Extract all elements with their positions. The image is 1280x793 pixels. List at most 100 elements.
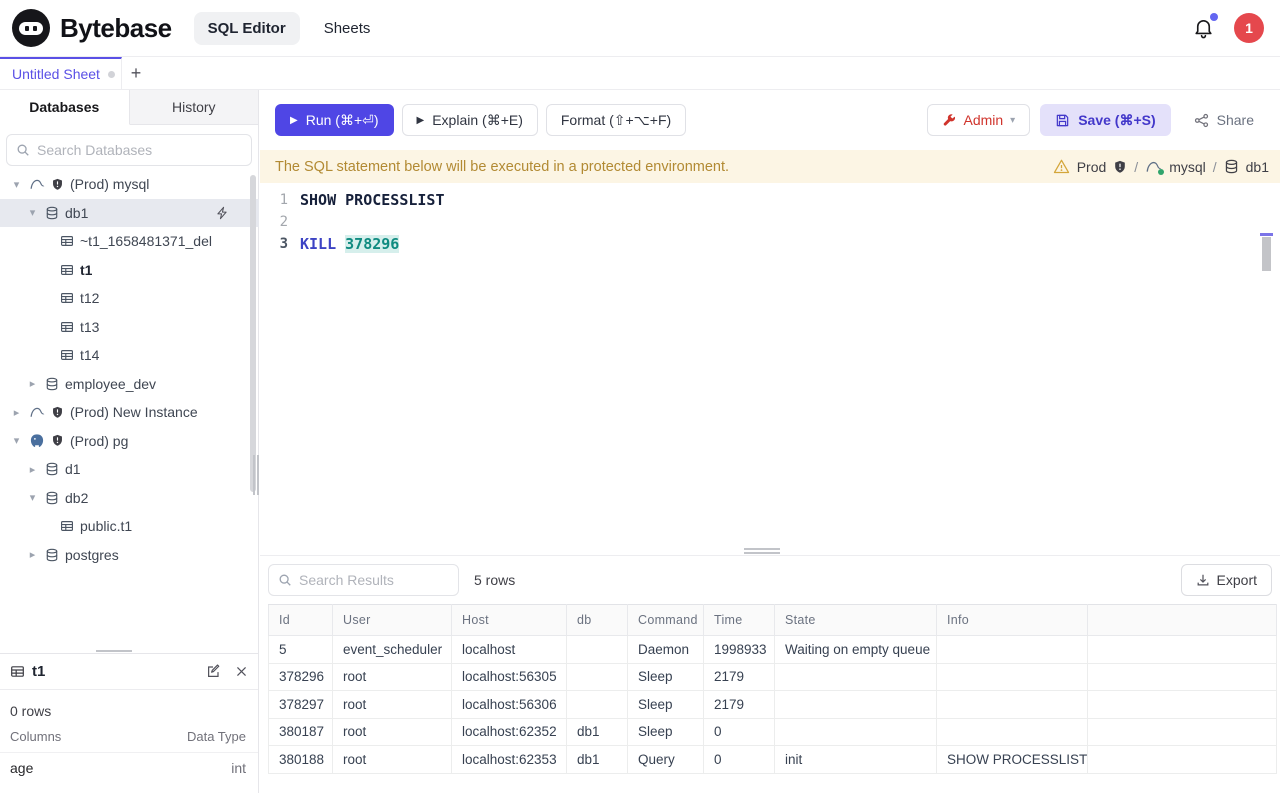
chevron-right-icon[interactable]: ▸ [26, 463, 39, 476]
format-button[interactable]: Format (⇧+⌥+F) [546, 104, 686, 136]
table-cell[interactable]: root [333, 663, 452, 691]
code-line-1[interactable]: 1SHOW PROCESSLIST [260, 189, 1280, 211]
sql-code-editor[interactable]: 1SHOW PROCESSLIST23KILL 378296 [260, 183, 1280, 545]
table-cell[interactable]: db1 [567, 718, 628, 746]
close-icon[interactable] [235, 665, 248, 678]
table-cell[interactable] [567, 663, 628, 691]
tree-item-t1-1658481371-del[interactable]: ~t1_1658481371_del [0, 227, 259, 256]
notification-bell-icon[interactable] [1192, 16, 1216, 40]
chevron-right-icon[interactable]: ▸ [26, 548, 39, 561]
column-header-command[interactable]: Command [628, 605, 704, 636]
table-cell[interactable]: root [333, 718, 452, 746]
sidebar-scrollbar[interactable] [250, 175, 256, 492]
table-cell[interactable]: 0 [704, 746, 775, 774]
table-cell[interactable] [775, 663, 937, 691]
tree-item-public-t1[interactable]: public.t1 [0, 512, 259, 541]
chevron-down-icon[interactable]: ▾ [10, 434, 23, 447]
table-cell[interactable]: Query [628, 746, 704, 774]
table-cell[interactable]: Daemon [628, 636, 704, 664]
table-cell[interactable]: Waiting on empty queue [775, 636, 937, 664]
table-cell[interactable]: event_scheduler [333, 636, 452, 664]
column-header-user[interactable]: User [333, 605, 452, 636]
brand[interactable]: Bytebase [0, 9, 172, 47]
explain-button[interactable]: ▶ Explain (⌘+E) [402, 104, 538, 136]
chevron-down-icon[interactable]: ▾ [26, 206, 39, 219]
sync-schema-icon[interactable] [215, 206, 229, 220]
code-line-3[interactable]: 3KILL 378296 [260, 233, 1280, 255]
table-cell[interactable] [775, 718, 937, 746]
column-header-id[interactable]: Id [269, 605, 333, 636]
tab-history[interactable]: History [130, 90, 259, 124]
schema-column-name[interactable]: namevarchar(255) [0, 783, 258, 793]
table-cell[interactable] [937, 636, 1088, 664]
table-cell[interactable]: Sleep [628, 663, 704, 691]
sidebar-vertical-splitter[interactable] [252, 455, 260, 495]
tree-item-db2[interactable]: ▾db2 [0, 484, 259, 513]
table-cell[interactable]: root [333, 746, 452, 774]
table-cell[interactable] [937, 718, 1088, 746]
database-search[interactable] [6, 134, 252, 166]
table-cell[interactable]: 2179 [704, 691, 775, 719]
export-button[interactable]: Export [1181, 564, 1272, 596]
code-line-2[interactable]: 2 [260, 211, 1280, 233]
save-button[interactable]: Save (⌘+S) [1040, 104, 1170, 136]
table-cell[interactable]: 378297 [269, 691, 333, 719]
table-cell[interactable]: 378296 [269, 663, 333, 691]
edit-schema-icon[interactable] [206, 664, 221, 679]
tree-item-t13[interactable]: t13 [0, 313, 259, 342]
tree-item-prod-mysql[interactable]: ▾(Prod) mysql [0, 170, 259, 199]
results-search[interactable] [268, 564, 459, 596]
schema-column-age[interactable]: ageint [0, 753, 258, 783]
nav-sheets[interactable]: Sheets [310, 12, 385, 45]
results-search-input[interactable] [299, 572, 449, 588]
tab-untitled-sheet[interactable]: Untitled Sheet [0, 57, 122, 89]
table-cell[interactable]: 380187 [269, 718, 333, 746]
table-cell[interactable]: 5 [269, 636, 333, 664]
tree-item-t14[interactable]: t14 [0, 341, 259, 370]
table-cell[interactable]: init [775, 746, 937, 774]
database-search-input[interactable] [37, 142, 242, 158]
table-cell[interactable]: root [333, 691, 452, 719]
tree-item-postgres[interactable]: ▸postgres [0, 541, 259, 570]
table-cell[interactable]: Sleep [628, 718, 704, 746]
table-cell[interactable]: 0 [704, 718, 775, 746]
chevron-down-icon[interactable]: ▾ [26, 491, 39, 504]
tree-item-prod-pg[interactable]: ▾(Prod) pg [0, 427, 259, 456]
share-button[interactable]: Share [1179, 104, 1269, 136]
column-header-info[interactable]: Info [937, 605, 1088, 636]
table-cell[interactable]: 1998933 [704, 636, 775, 664]
run-button[interactable]: ▶ Run (⌘+⏎) [275, 104, 394, 136]
chevron-right-icon[interactable]: ▸ [10, 406, 23, 419]
column-header-db[interactable]: db [567, 605, 628, 636]
table-cell[interactable] [567, 691, 628, 719]
table-cell[interactable]: Sleep [628, 691, 704, 719]
tab-databases[interactable]: Databases [0, 90, 130, 125]
table-cell[interactable]: 2179 [704, 663, 775, 691]
tree-item-t12[interactable]: t12 [0, 284, 259, 313]
table-cell[interactable]: localhost:62353 [452, 746, 567, 774]
table-cell[interactable] [775, 691, 937, 719]
tree-item-employee-dev[interactable]: ▸employee_dev [0, 370, 259, 399]
column-header-time[interactable]: Time [704, 605, 775, 636]
nav-sql-editor[interactable]: SQL Editor [194, 12, 300, 45]
table-cell[interactable]: localhost:62352 [452, 718, 567, 746]
table-cell[interactable] [937, 663, 1088, 691]
editor-overview-ruler[interactable] [1260, 183, 1273, 545]
tree-item-d1[interactable]: ▸d1 [0, 455, 259, 484]
table-cell[interactable]: localhost:56305 [452, 663, 567, 691]
tree-item-db1[interactable]: ▾db1 [0, 199, 259, 228]
table-cell[interactable] [937, 691, 1088, 719]
table-cell[interactable]: localhost [452, 636, 567, 664]
admin-mode-button[interactable]: Admin ▾ [927, 104, 1030, 136]
add-sheet-button[interactable]: + [122, 57, 150, 89]
table-cell[interactable]: 380188 [269, 746, 333, 774]
splitter-grip[interactable] [744, 547, 780, 555]
chevron-right-icon[interactable]: ▸ [26, 377, 39, 390]
table-cell[interactable]: SHOW PROCESSLIST [937, 746, 1088, 774]
column-header-host[interactable]: Host [452, 605, 567, 636]
tree-item-prod-new-instance[interactable]: ▸(Prod) New Instance [0, 398, 259, 427]
avatar[interactable]: 1 [1234, 13, 1264, 43]
table-cell[interactable] [567, 636, 628, 664]
chevron-down-icon[interactable]: ▾ [10, 178, 23, 191]
column-header-state[interactable]: State [775, 605, 937, 636]
